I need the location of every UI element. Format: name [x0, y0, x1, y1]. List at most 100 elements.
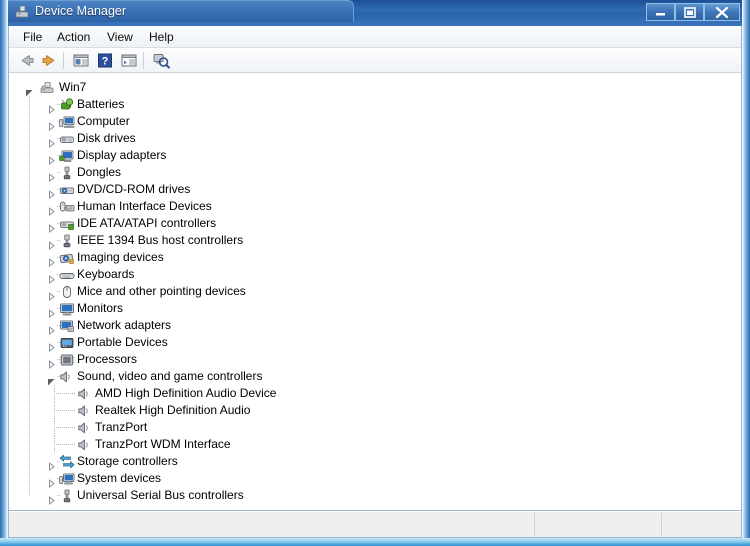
- computer-icon: [59, 114, 75, 129]
- speaker-icon: [77, 420, 93, 435]
- chevron-collapsed-icon[interactable]: [47, 152, 56, 166]
- chevron-collapsed-icon[interactable]: [47, 492, 56, 506]
- device-tree[interactable]: Win7 Batteries Computer Disk drives Disp…: [9, 73, 741, 511]
- tree-connector-elbow: [54, 444, 76, 445]
- battery-icon: [59, 97, 75, 112]
- window-border-right: [742, 0, 750, 546]
- tree-node-label: Win7: [59, 80, 87, 94]
- status-separator-2: [661, 513, 662, 536]
- tree-node-batteries[interactable]: Batteries: [9, 96, 741, 115]
- menu-action[interactable]: Action: [51, 29, 96, 45]
- tree-connector-elbow: [54, 410, 76, 411]
- chevron-collapsed-icon[interactable]: [47, 254, 56, 268]
- chevron-expanded-icon[interactable]: [25, 84, 34, 97]
- help-button[interactable]: ?: [95, 51, 115, 70]
- device-manager-icon: [14, 4, 30, 19]
- chevron-collapsed-icon[interactable]: [47, 475, 56, 489]
- tree-node-computer[interactable]: Computer: [9, 113, 741, 132]
- tree-node-universal-serial-bus-controllers[interactable]: Universal Serial Bus controllers: [9, 487, 741, 506]
- tree-node-ide-ata-atapi-controllers[interactable]: IDE ATA/ATAPI controllers: [9, 215, 741, 234]
- chevron-collapsed-icon[interactable]: [47, 186, 56, 200]
- title-bar: Device Manager: [0, 0, 750, 26]
- tree-node-amd-high-definition-audio-device[interactable]: AMD High Definition Audio Device: [9, 385, 741, 402]
- chevron-collapsed-icon[interactable]: [47, 305, 56, 319]
- tree-node-network-adapters[interactable]: Network adapters: [9, 317, 741, 336]
- tree-node-label: Network adapters: [77, 318, 172, 332]
- back-button[interactable]: [17, 51, 37, 70]
- chevron-collapsed-icon[interactable]: [47, 237, 56, 251]
- menu-view[interactable]: View: [101, 29, 139, 45]
- tree-node-label: Dongles: [77, 165, 122, 179]
- tree-node-mice-and-other-pointing-devices[interactable]: Mice and other pointing devices: [9, 283, 741, 302]
- tree-node-label: Portable Devices: [77, 335, 168, 349]
- tree-node-monitors[interactable]: Monitors: [9, 300, 741, 319]
- tree-node-processors[interactable]: Processors: [9, 351, 741, 370]
- status-separator-1: [534, 513, 535, 536]
- tree-node-label: IEEE 1394 Bus host controllers: [77, 233, 244, 247]
- tree-node-storage-controllers[interactable]: Storage controllers: [9, 453, 741, 472]
- window-border-left: [0, 0, 8, 546]
- tree-node-display-adapters[interactable]: Display adapters: [9, 147, 741, 166]
- display-icon: [59, 148, 75, 163]
- forward-button[interactable]: [39, 51, 59, 70]
- window-border-bottom: [0, 538, 750, 546]
- maximize-button[interactable]: [675, 3, 704, 21]
- computer-node-icon: [39, 80, 55, 95]
- processor-icon: [59, 352, 75, 367]
- menu-help[interactable]: Help: [143, 29, 180, 45]
- properties-button[interactable]: [119, 51, 139, 70]
- tree-node-tranzport[interactable]: TranzPort: [9, 419, 741, 436]
- tree-node-dvd-cd-rom-drives[interactable]: DVD/CD-ROM drives: [9, 181, 741, 200]
- status-bar: [9, 511, 741, 536]
- tree-node-label: Monitors: [77, 301, 124, 315]
- menu-bar: File Action View Help: [9, 26, 741, 48]
- toolbar-separator: [63, 52, 64, 69]
- tree-node-label: Imaging devices: [77, 250, 164, 264]
- chevron-collapsed-icon[interactable]: [47, 135, 56, 149]
- tree-node-imaging-devices[interactable]: Imaging devices: [9, 249, 741, 268]
- chevron-collapsed-icon[interactable]: [47, 101, 56, 115]
- tree-node-label: TranzPort: [95, 420, 148, 434]
- toolbar: ?: [9, 48, 741, 73]
- tree-node-label: Processors: [77, 352, 138, 366]
- chevron-collapsed-icon[interactable]: [47, 203, 56, 217]
- tree-node-portable-devices[interactable]: Portable Devices: [9, 334, 741, 353]
- firewire-icon: [59, 233, 75, 248]
- chevron-collapsed-icon[interactable]: [47, 169, 56, 183]
- tree-node-human-interface-devices[interactable]: Human Interface Devices: [9, 198, 741, 217]
- disk-drive-icon: [59, 131, 75, 146]
- chevron-collapsed-icon[interactable]: [47, 458, 56, 472]
- minimize-button[interactable]: [646, 3, 675, 21]
- menu-file[interactable]: File: [17, 29, 48, 45]
- chevron-collapsed-icon[interactable]: [47, 288, 56, 302]
- tree-node-tranzport-wdm-interface[interactable]: TranzPort WDM Interface: [9, 436, 741, 453]
- chevron-collapsed-icon[interactable]: [47, 322, 56, 336]
- toolbar-separator-2: [143, 52, 144, 69]
- tree-node-disk-drives[interactable]: Disk drives: [9, 130, 741, 149]
- chevron-collapsed-icon[interactable]: [47, 356, 56, 370]
- hid-icon: [59, 199, 75, 214]
- svg-text:?: ?: [102, 56, 109, 68]
- chevron-collapsed-icon[interactable]: [47, 271, 56, 285]
- chevron-collapsed-icon[interactable]: [47, 220, 56, 234]
- close-button[interactable]: [704, 3, 740, 21]
- tree-node-dongles[interactable]: Dongles: [9, 164, 741, 183]
- scan-hardware-button[interactable]: [151, 51, 171, 70]
- storage-controller-icon: [59, 454, 75, 469]
- keyboard-icon: [59, 267, 75, 282]
- chevron-collapsed-icon[interactable]: [47, 339, 56, 353]
- tree-node-label: Display adapters: [77, 148, 167, 162]
- monitor-icon: [59, 301, 75, 316]
- camera-icon: [59, 250, 75, 265]
- show-console-tree-button[interactable]: [71, 51, 91, 70]
- tree-node-system-devices[interactable]: System devices: [9, 470, 741, 489]
- tree-node-ieee-1394-bus-host-controllers[interactable]: IEEE 1394 Bus host controllers: [9, 232, 741, 251]
- tree-node-keyboards[interactable]: Keyboards: [9, 266, 741, 285]
- tree-node-root[interactable]: Win7: [9, 79, 741, 97]
- chevron-collapsed-icon[interactable]: [47, 118, 56, 132]
- speaker-icon: [77, 386, 93, 401]
- tree-node-realtek-high-definition-audio[interactable]: Realtek High Definition Audio: [9, 402, 741, 419]
- tree-node-sound-video-and-game-controllers[interactable]: Sound, video and game controllers: [9, 368, 741, 386]
- chevron-expanded-icon[interactable]: [47, 373, 56, 386]
- tree-node-label: Realtek High Definition Audio: [95, 403, 251, 417]
